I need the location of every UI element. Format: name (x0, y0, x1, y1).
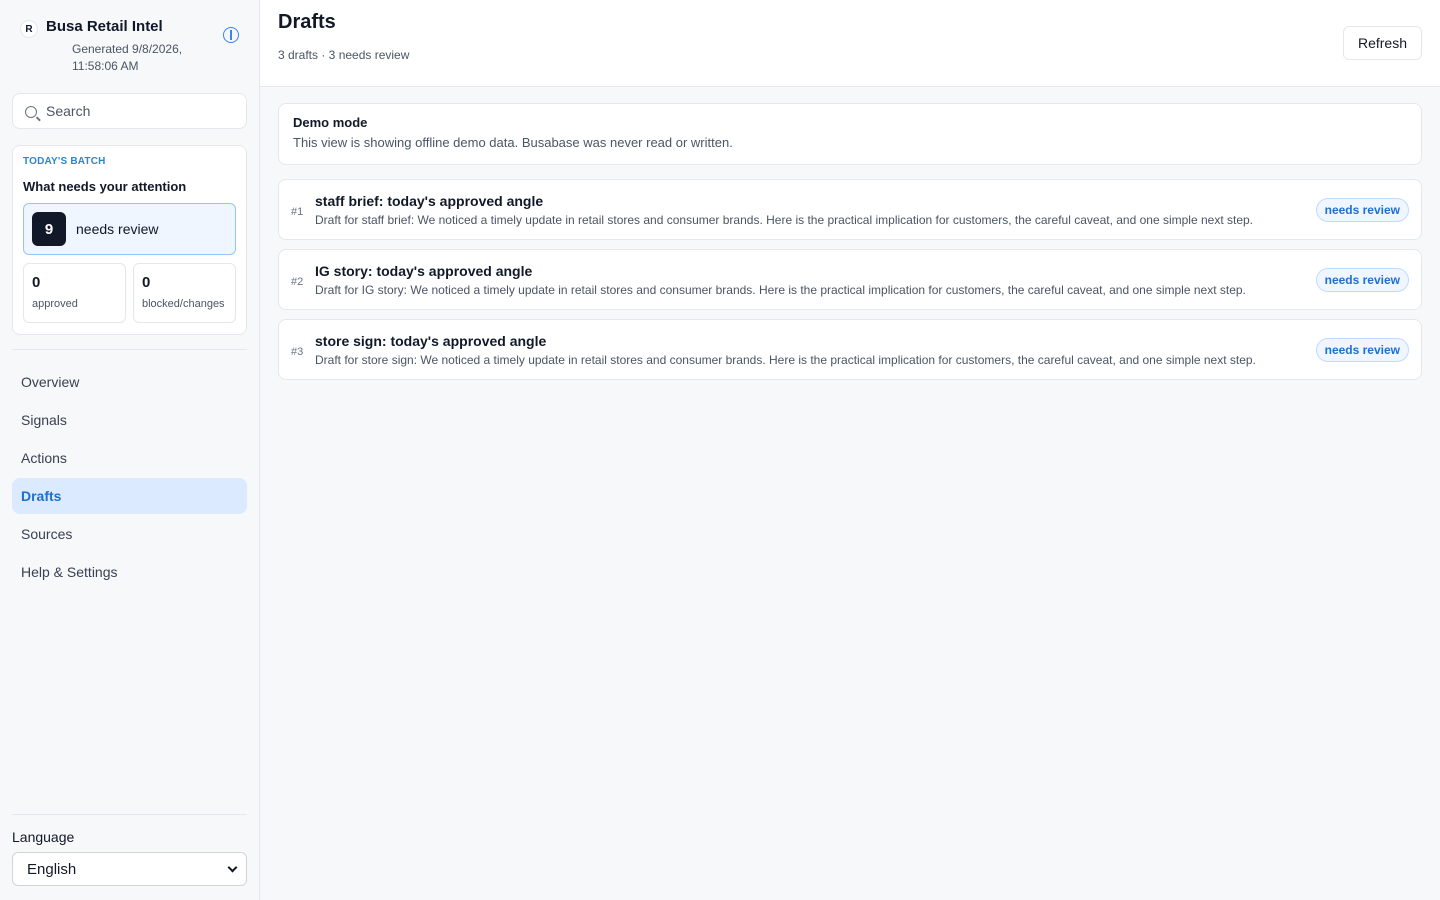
divider (12, 814, 247, 815)
sidebar-toggle-icon[interactable] (223, 27, 239, 43)
batch-title: What needs your attention (23, 179, 187, 194)
blocked-count: 0 (142, 274, 151, 291)
notice-title: Demo mode (293, 115, 368, 130)
draft-preview: Draft for IG story: We noticed a timely … (315, 282, 1246, 297)
draft-number: #2 (291, 275, 304, 288)
nav-item-actions[interactable]: Actions (12, 440, 247, 476)
approved-count: 0 (32, 274, 41, 291)
sidebar-footer: Language English (12, 814, 247, 886)
status-badge: needs review (1315, 267, 1409, 292)
page-subtitle: 3 drafts · 3 needs review (278, 48, 410, 62)
generated-timestamp: Generated 9/8/2026, 11:58:06 AM (72, 42, 183, 73)
chevron-down-icon (227, 862, 238, 872)
brand-header: R Busa Retail Intel Generated 9/8/2026, … (12, 14, 247, 80)
draft-row[interactable]: #2 IG story: today's approved angle Draf… (278, 249, 1422, 310)
nav-item-signals[interactable]: Signals (12, 402, 247, 438)
search-box[interactable] (12, 93, 247, 129)
drafts-content: Demo mode This view is showing offline d… (260, 87, 1440, 396)
blocked-stat[interactable]: 0 blocked/changes (133, 263, 236, 323)
nav-item-sources[interactable]: Sources (12, 516, 247, 552)
nav-item-help-settings[interactable]: Help & Settings (12, 554, 247, 590)
sidebar-nav: Overview Signals Actions Drafts Sources … (12, 364, 247, 590)
page-title: Drafts (278, 11, 336, 33)
page-header: Drafts 3 drafts · 3 needs review Refresh (260, 0, 1440, 87)
batch-kicker: TODAY'S BATCH (23, 156, 106, 167)
draft-preview: Draft for staff brief: We noticed a time… (315, 212, 1254, 227)
language-select[interactable]: English (12, 852, 247, 886)
draft-preview: Draft for store sign: We noticed a timel… (315, 352, 1256, 367)
needs-review-card[interactable]: 9 needs review (23, 203, 236, 255)
demo-mode-notice: Demo mode This view is showing offline d… (278, 103, 1422, 165)
approved-stat[interactable]: 0 approved (23, 263, 126, 323)
draft-title: IG story: today's approved angle (315, 262, 533, 279)
refresh-button[interactable]: Refresh (1342, 26, 1422, 60)
language-label: Language (12, 829, 75, 845)
draft-row[interactable]: #3 store sign: today's approved angle Dr… (278, 319, 1422, 380)
nav-item-drafts[interactable]: Drafts (12, 478, 247, 514)
main-content: Drafts 3 drafts · 3 needs review Refresh… (260, 0, 1440, 900)
search-input[interactable] (46, 103, 226, 119)
draft-number: #3 (291, 345, 304, 358)
search-icon (25, 106, 37, 118)
status-badge: needs review (1315, 337, 1409, 362)
drafts-list: #1 staff brief: today's approved angle D… (278, 179, 1422, 380)
blocked-label: blocked/changes (142, 298, 225, 310)
draft-title: store sign: today's approved angle (315, 332, 547, 349)
needs-review-count: 9 (32, 212, 66, 246)
status-badge: needs review (1315, 197, 1409, 222)
sidebar: R Busa Retail Intel Generated 9/8/2026, … (0, 0, 260, 900)
brand-logo: R (20, 20, 38, 38)
nav-item-overview[interactable]: Overview (12, 364, 247, 400)
needs-review-label: needs review (76, 221, 159, 237)
divider (12, 349, 247, 350)
draft-row[interactable]: #1 staff brief: today's approved angle D… (278, 179, 1422, 240)
language-value: English (27, 860, 77, 878)
draft-title: staff brief: today's approved angle (315, 192, 544, 209)
notice-text: This view is showing offline demo data. … (293, 135, 733, 150)
approved-label: approved (32, 298, 78, 310)
draft-number: #1 (291, 205, 304, 218)
app-name: Busa Retail Intel (46, 18, 163, 35)
todays-batch-card: TODAY'S BATCH What needs your attention … (12, 145, 247, 335)
